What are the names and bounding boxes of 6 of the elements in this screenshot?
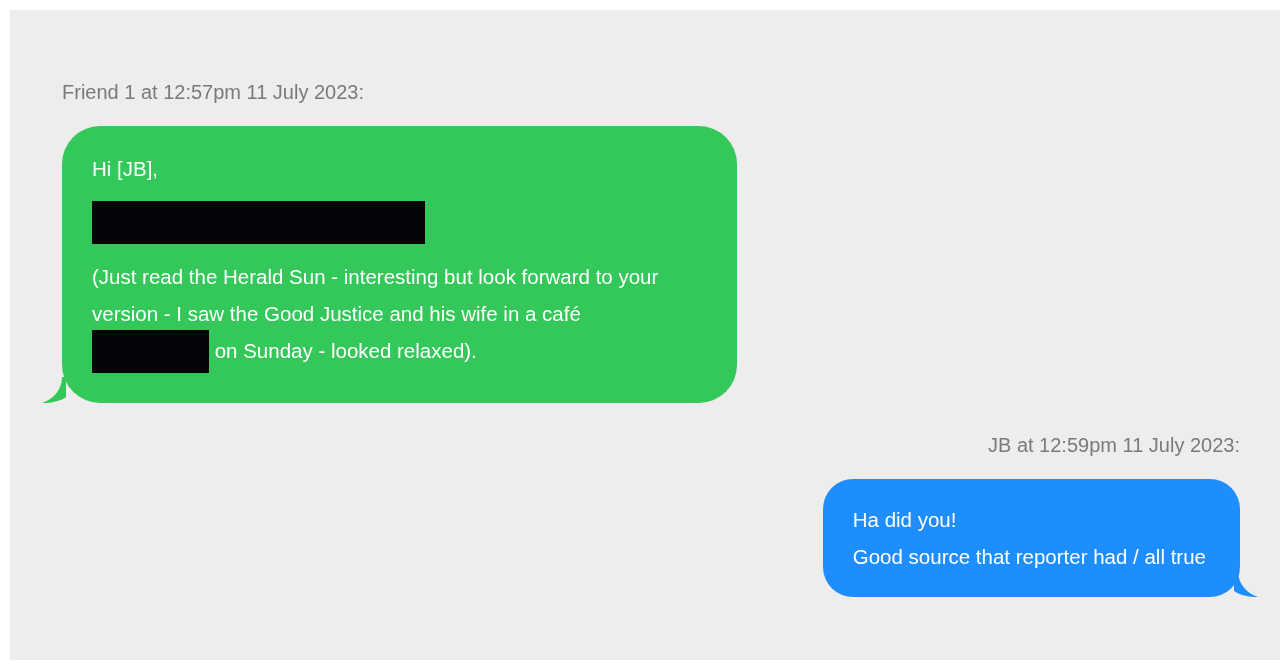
- message-text: Ha did you!: [852, 506, 958, 533]
- message-text: Hi [JB],: [92, 156, 160, 182]
- message-timestamp: Friend 1 at 12:57pm 11 July 2023:: [62, 80, 365, 104]
- message-text: Good source that reporter had / all true: [852, 543, 1206, 570]
- message-text: (Just read the Herald Sun - interesting but look forward to your version - I saw the Good Justice and his wife in a café on Sunday - looked relaxed).: [92, 258, 685, 373]
- message-timestamp: JB at 12:59pm 11 July 2023:: [988, 432, 1240, 457]
